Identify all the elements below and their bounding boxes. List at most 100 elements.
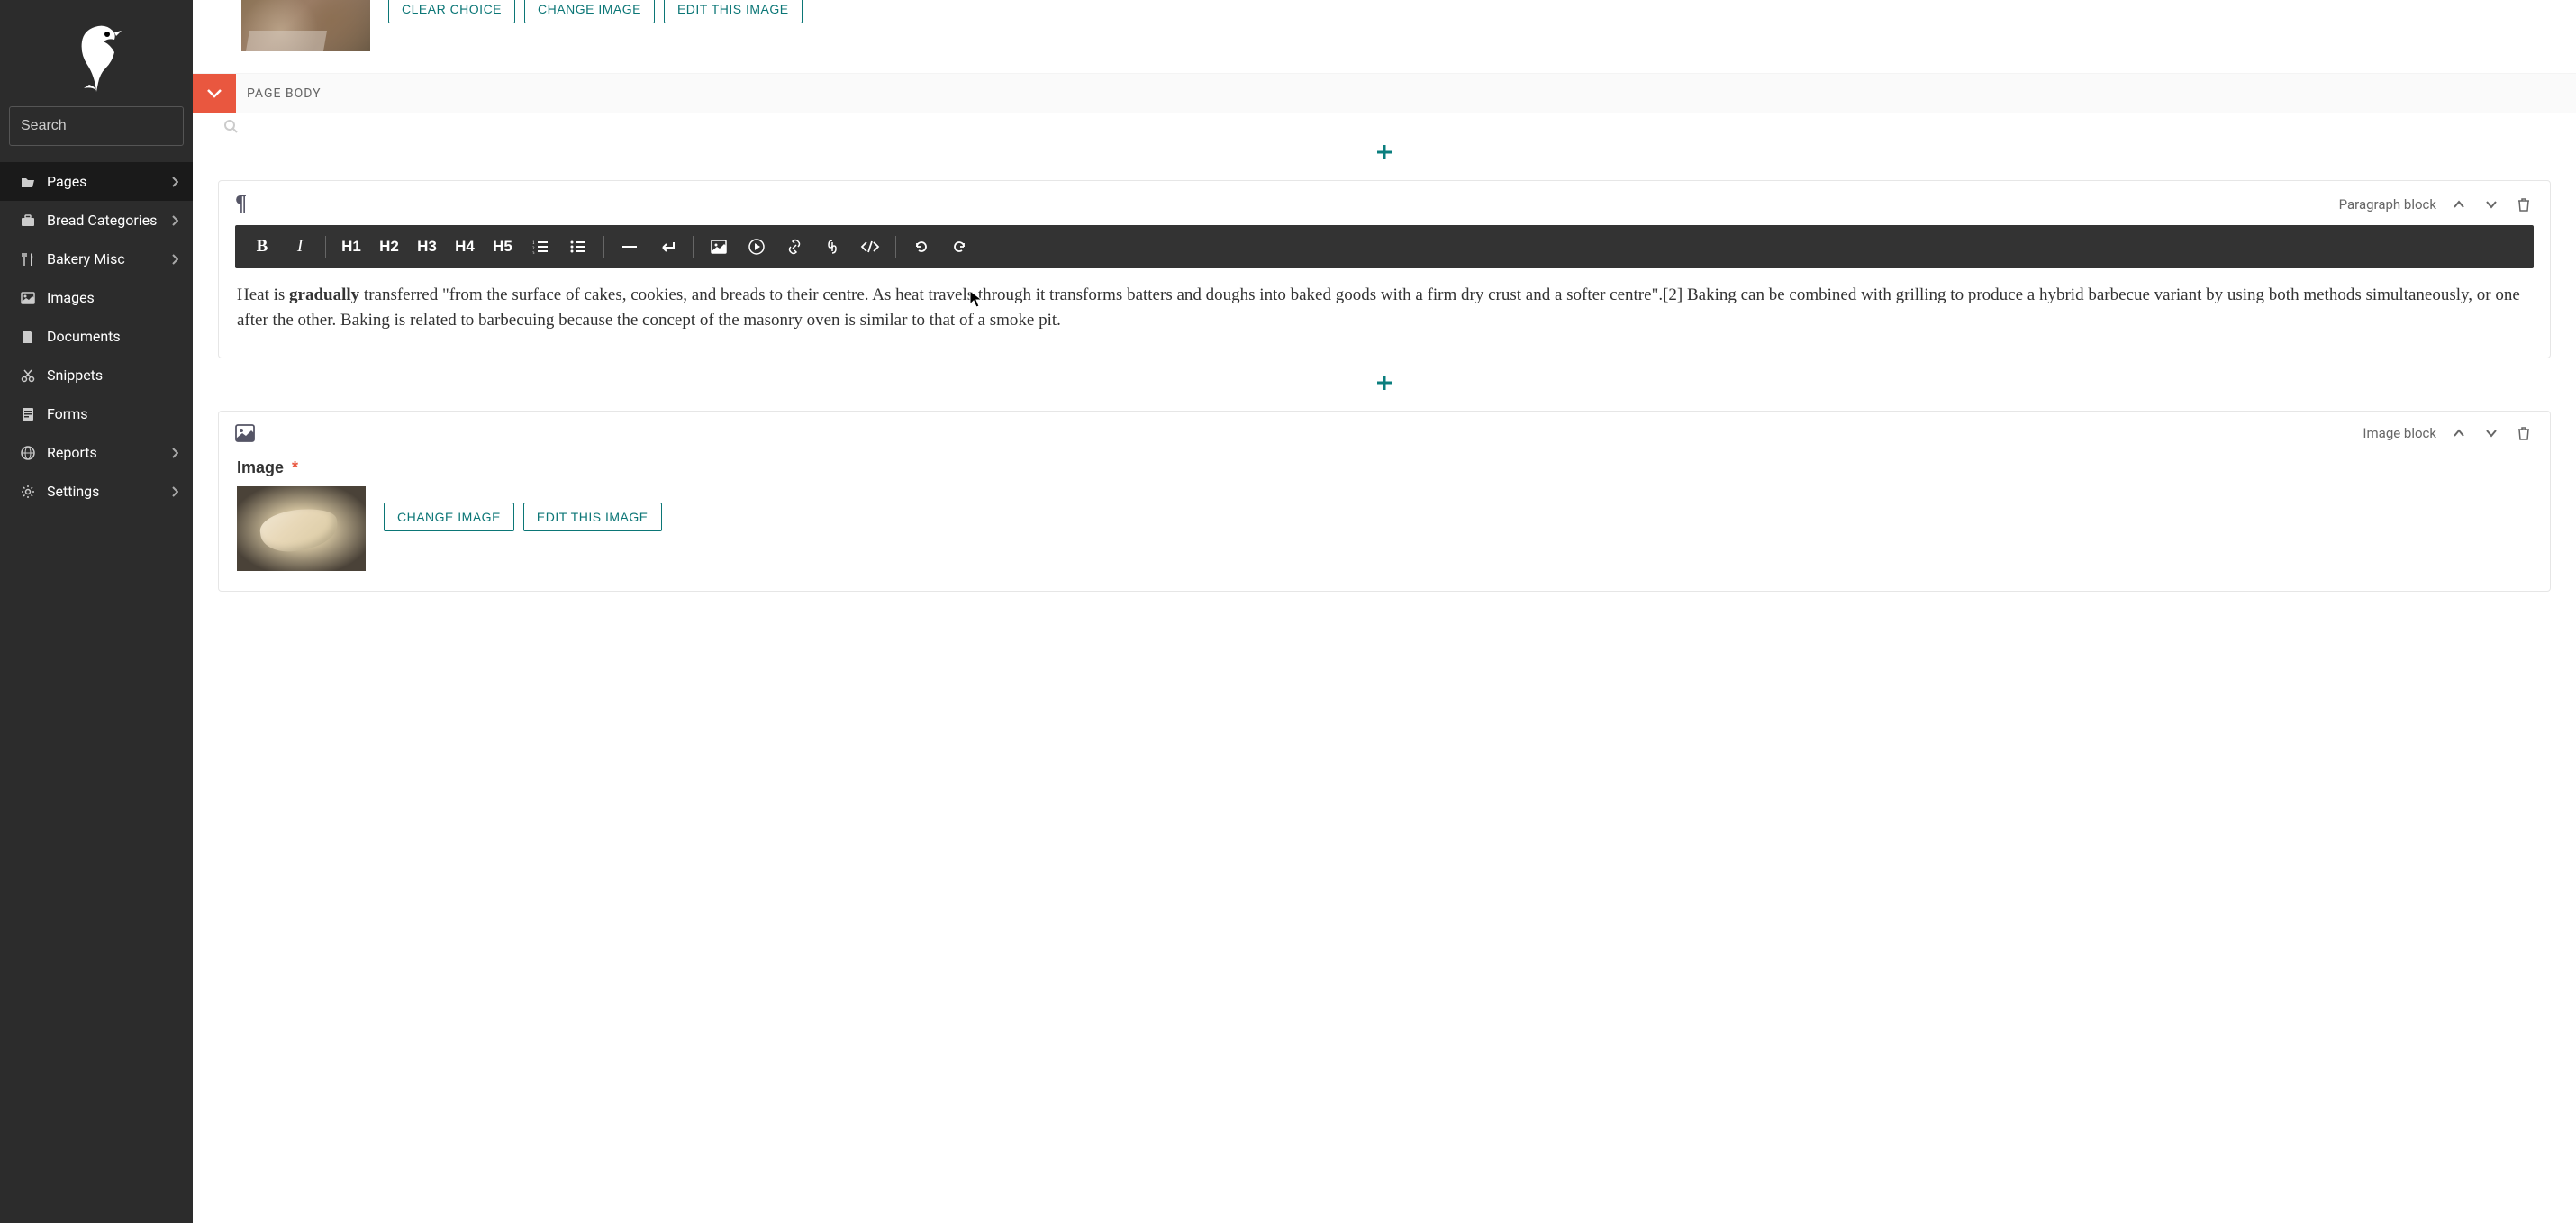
toolbar-separator: [325, 236, 326, 258]
ol-icon: 123: [532, 240, 549, 254]
pilcrow-icon: ¶: [235, 192, 247, 216]
add-block-button-top[interactable]: [193, 113, 2576, 180]
document-link-button[interactable]: [814, 225, 850, 268]
image-thumbnail: [241, 0, 370, 51]
redo-icon: [952, 240, 966, 254]
move-up-button[interactable]: [2449, 425, 2469, 441]
clear-choice-button[interactable]: CLEAR CHOICE: [388, 0, 515, 23]
add-block-button-mid[interactable]: [193, 358, 2576, 411]
chevron-up-icon: [2453, 200, 2465, 209]
chevron-up-icon: [2453, 429, 2465, 438]
move-down-button[interactable]: [2481, 196, 2501, 213]
link-button[interactable]: [776, 225, 812, 268]
block-type-label: Paragraph block: [2339, 196, 2436, 213]
play-circle-icon: [748, 239, 765, 255]
sidebar-item-bakery-misc[interactable]: Bakery Misc: [0, 240, 193, 278]
sidebar: Pages Bread Categories Bakery Misc Image…: [0, 0, 193, 1223]
trash-icon: [2517, 197, 2530, 212]
sidebar-item-bread-categories[interactable]: Bread Categories: [0, 201, 193, 240]
edit-image-button[interactable]: EDIT THIS IMAGE: [523, 503, 662, 531]
nav-label: Images: [47, 289, 95, 306]
chevron-right-icon: [171, 177, 178, 187]
ul-icon: [570, 240, 586, 254]
chevron-right-icon: [171, 215, 178, 226]
folder-open-icon: [20, 174, 36, 190]
change-image-button[interactable]: CHANGE IMAGE: [384, 503, 514, 531]
nav-label: Documents: [47, 328, 121, 345]
chevron-right-icon: [171, 448, 178, 458]
hr-button[interactable]: [612, 225, 648, 268]
toolbar-separator: [895, 236, 896, 258]
nav-label: Bakery Misc: [47, 250, 125, 267]
snippet-icon: [20, 367, 36, 384]
embed-button[interactable]: [739, 225, 775, 268]
gear-icon: [20, 484, 36, 500]
code-button[interactable]: [852, 225, 888, 268]
plus-icon: [1375, 143, 1393, 161]
block-type-label: Image block: [2363, 425, 2436, 441]
chevron-right-icon: [171, 486, 178, 497]
delete-block-button[interactable]: [2514, 422, 2534, 444]
sidebar-item-forms[interactable]: Forms: [0, 394, 193, 433]
chevron-right-icon: [171, 254, 178, 265]
bold-button[interactable]: B: [244, 225, 280, 268]
sidebar-item-documents[interactable]: Documents: [0, 317, 193, 356]
section-header: PAGE BODY: [193, 73, 2576, 113]
image-thumbnail: [237, 486, 366, 571]
undo-button[interactable]: [903, 225, 939, 268]
image-field-label: Image *: [237, 458, 2532, 477]
sidebar-item-images[interactable]: Images: [0, 278, 193, 317]
nav-label: Bread Categories: [47, 212, 157, 229]
delete-block-button[interactable]: [2514, 194, 2534, 215]
sidebar-item-settings[interactable]: Settings: [0, 472, 193, 511]
paragraph-content[interactable]: Heat is gradually transferred "from the …: [219, 268, 2550, 358]
suitcase-icon: [20, 213, 36, 229]
linebreak-button[interactable]: [649, 225, 685, 268]
h2-button[interactable]: H2: [371, 225, 407, 268]
para-rest: transferred "from the surface of cakes, …: [237, 285, 2520, 330]
link-icon: [786, 239, 803, 255]
code-icon: [860, 240, 880, 254]
section-collapse-toggle[interactable]: [193, 74, 236, 113]
plus-icon: [1375, 374, 1393, 392]
svg-text:2: 2: [532, 247, 535, 251]
h5-button[interactable]: H5: [485, 225, 521, 268]
nav-label: Reports: [47, 444, 97, 461]
sidebar-item-snippets[interactable]: Snippets: [0, 356, 193, 394]
return-icon: [659, 240, 676, 253]
redo-button[interactable]: [941, 225, 977, 268]
move-down-button[interactable]: [2481, 425, 2501, 441]
utensils-icon: [20, 251, 36, 267]
undo-icon: [914, 240, 929, 254]
insert-image-button[interactable]: [701, 225, 737, 268]
search-input[interactable]: [10, 118, 218, 134]
image-icon: [711, 240, 727, 254]
paragraph-block: ¶ Paragraph block B I H1 H2 H3 H4 H5: [218, 180, 2551, 358]
wagtail-logo: [0, 0, 193, 106]
search-box: [9, 106, 184, 146]
globe-icon: [20, 445, 36, 461]
edit-image-button[interactable]: EDIT THIS IMAGE: [664, 0, 803, 23]
h1-button[interactable]: H1: [333, 225, 369, 268]
sidebar-item-reports[interactable]: Reports: [0, 433, 193, 472]
h4-button[interactable]: H4: [447, 225, 483, 268]
section-title: PAGE BODY: [236, 86, 322, 101]
h3-button[interactable]: H3: [409, 225, 445, 268]
move-up-button[interactable]: [2449, 196, 2469, 213]
hr-icon: [622, 245, 637, 249]
change-image-button[interactable]: CHANGE IMAGE: [524, 0, 655, 23]
nav-label: Pages: [47, 173, 86, 190]
para-prefix: Heat is: [237, 285, 289, 304]
chevron-down-icon: [2485, 200, 2498, 209]
trash-icon: [2517, 426, 2530, 440]
image-icon: [235, 424, 255, 442]
rich-text-toolbar: B I H1 H2 H3 H4 H5 123: [235, 225, 2534, 268]
italic-button[interactable]: I: [282, 225, 318, 268]
form-icon: [20, 406, 36, 422]
nav-label: Forms: [47, 405, 88, 422]
required-mark: *: [292, 458, 298, 476]
image-block: Image block Image * CHANGE IMAGE EDIT TH…: [218, 411, 2551, 592]
unordered-list-button[interactable]: [560, 225, 596, 268]
sidebar-item-pages[interactable]: Pages: [0, 162, 193, 201]
ordered-list-button[interactable]: 123: [522, 225, 558, 268]
